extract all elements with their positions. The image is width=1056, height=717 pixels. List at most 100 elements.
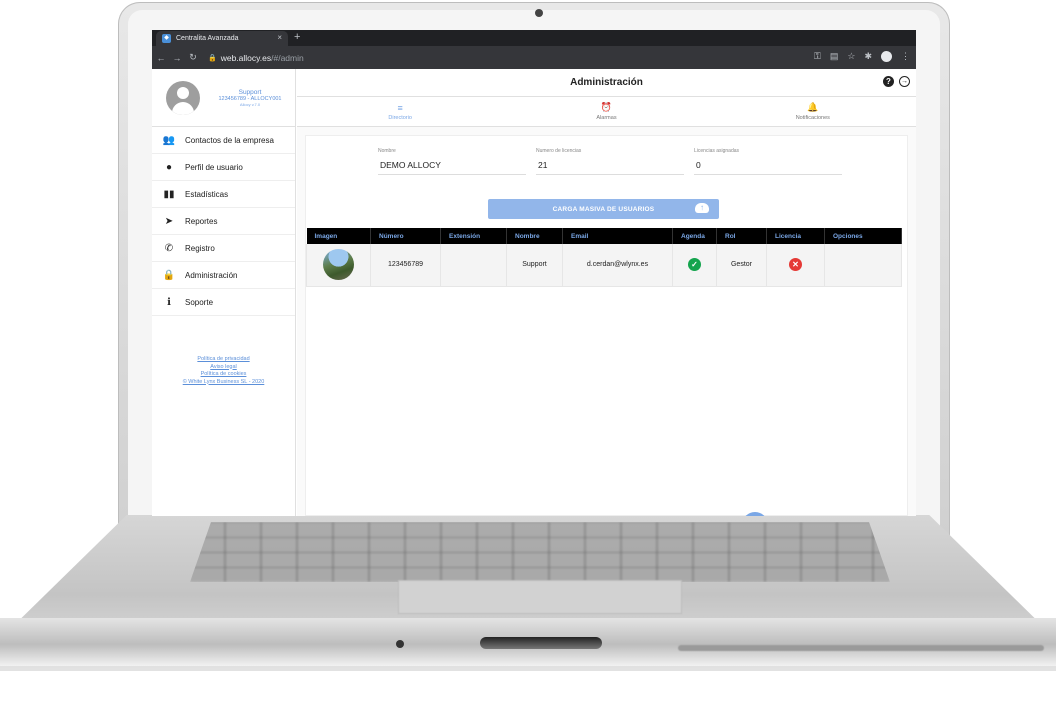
lock-icon: 🔒 <box>162 269 176 281</box>
check-circle-icon: ✓ <box>688 258 701 272</box>
sidebar-item-contactos[interactable]: 👥 Contactos de la empresa <box>152 127 295 154</box>
close-circle-icon: ✕ <box>789 258 802 272</box>
sidebar-item-administracion[interactable]: 🔒 Administración <box>152 262 295 289</box>
browser-profile-icon[interactable] <box>881 51 892 62</box>
close-tab-icon[interactable]: × <box>277 33 282 42</box>
new-tab-button[interactable]: + <box>294 31 300 43</box>
forward-icon[interactable]: → <box>170 53 184 63</box>
translate-icon[interactable]: ▤ <box>830 51 839 62</box>
field-value: DEMO ALLOCY <box>380 160 441 170</box>
avatar <box>166 80 200 115</box>
cell-nombre: Support <box>506 244 563 287</box>
profile-name: Support <box>238 88 262 96</box>
col-rol[interactable]: Rol <box>716 228 767 244</box>
browser-tabbar: ◆ Centralita Avanzada × + <box>152 30 916 46</box>
company-fields: Nombre DEMO ALLOCY Numero de licencias 2… <box>378 148 842 175</box>
cell-rol: Gestor <box>716 244 767 287</box>
license-count-field[interactable]: Numero de licencias 21 <box>536 148 684 175</box>
app-favicon-icon: ◆ <box>162 34 171 43</box>
tab-notificaciones[interactable]: 🔔 Notificaciones <box>710 97 916 126</box>
cell-opciones[interactable] <box>824 244 902 287</box>
privacy-link[interactable]: Política de privacidad <box>152 356 295 364</box>
webcam <box>535 9 543 17</box>
key-icon[interactable]: ⚿ <box>814 51 821 62</box>
profile-number: 123456789 - ALLOCY001 <box>218 95 282 102</box>
help-icon[interactable]: ? <box>883 76 894 87</box>
users-table: Imagen Número Extensión Nombre Email Age… <box>306 228 902 287</box>
sidebar-item-reportes[interactable]: ➤ Reportes <box>152 208 295 235</box>
col-nombre[interactable]: Nombre <box>506 228 563 244</box>
app-version: Allocy v.7.0 <box>239 101 261 107</box>
browser-addressbar: ← → ↻ 🔒 web.allocy.es/#/admin ⚿ ▤ ☆ ✱ ⋮ <box>152 46 916 69</box>
sidebar-item-label: Soporte <box>185 297 214 307</box>
sidebar-item-estadisticas[interactable]: ▮▮ Estadísticas <box>152 181 295 208</box>
alarm-clock-icon: ⏰ <box>600 102 613 112</box>
sidebar-item-label: Contactos de la empresa <box>185 135 274 145</box>
col-agenda[interactable]: Agenda <box>672 228 717 244</box>
send-icon: ➤ <box>164 215 174 227</box>
sidebar-item-label: Reportes <box>185 216 218 226</box>
assigned-licenses-field[interactable]: Licencias asignadas 0 <box>694 148 842 175</box>
cell-email: d.cerdan@wlynx.es <box>562 244 673 287</box>
tab-label: Directorio <box>388 114 412 121</box>
speaker-vent <box>678 645 1044 651</box>
disc-slot <box>480 637 602 649</box>
back-icon[interactable]: ← <box>154 53 168 63</box>
tab-alarmas[interactable]: ⏰ Alarmas <box>503 97 709 126</box>
field-label: Numero de licencias <box>536 148 582 154</box>
menu-kebab-icon[interactable]: ⋮ <box>901 51 910 62</box>
url-path: /#/admin <box>271 52 304 63</box>
user-photo <box>323 249 354 281</box>
tab-label: Alarmas <box>596 115 617 121</box>
browser-tab[interactable]: ◆ Centralita Avanzada × <box>156 31 288 46</box>
sidebar-item-label: Estadísticas <box>185 189 229 199</box>
admin-tabs: ≡ Directorio ⏰ Alarmas 🔔 Notificaciones <box>297 97 916 127</box>
table-header-row: Imagen Número Extensión Nombre Email Age… <box>306 228 902 244</box>
col-extension[interactable]: Extensión <box>440 228 507 244</box>
copyright-link[interactable]: © White Lynx Business SL - 2020 <box>152 379 295 387</box>
info-icon: ℹ <box>167 296 171 308</box>
lock-icon: 🔒 <box>208 54 217 62</box>
tab-directorio[interactable]: ≡ Directorio <box>297 97 503 126</box>
sidebar: Support 123456789 - ALLOCY001 Allocy v.7… <box>152 69 296 516</box>
audio-port <box>396 640 404 648</box>
reload-icon[interactable]: ↻ <box>186 52 200 63</box>
legal-links: Política de privacidad Aviso legal Polít… <box>152 356 295 386</box>
sidebar-item-label: Administración <box>185 270 238 280</box>
cell-extension <box>440 244 507 287</box>
table-row[interactable]: 123456789 Support d.cerdan@wlynx.es ✓ Ge… <box>306 244 902 287</box>
col-imagen[interactable]: Imagen <box>306 228 371 244</box>
laptop-keyboard <box>190 522 890 582</box>
legal-notice-link[interactable]: Aviso legal <box>152 364 295 372</box>
page-title: Administración <box>570 77 643 88</box>
sidebar-item-soporte[interactable]: ℹ Soporte <box>152 289 295 316</box>
user-profile-icon: ● <box>165 161 173 173</box>
field-value: 0 <box>696 160 701 170</box>
company-name-field[interactable]: Nombre DEMO ALLOCY <box>378 148 526 175</box>
field-value: 21 <box>538 160 548 170</box>
logout-icon[interactable]: → <box>899 76 910 87</box>
sidebar-item-registro[interactable]: ✆ Registro <box>152 235 295 262</box>
extensions-icon[interactable]: ✱ <box>864 51 872 62</box>
field-label: Nombre <box>378 148 396 154</box>
tab-label: Notificaciones <box>795 115 830 121</box>
laptop-trackpad <box>398 580 682 614</box>
col-licencia[interactable]: Licencia <box>766 228 825 244</box>
browser-tab-title: Centralita Avanzada <box>176 35 239 42</box>
star-icon[interactable]: ☆ <box>847 51 855 62</box>
field-label: Licencias asignadas <box>694 148 740 154</box>
bulk-upload-button[interactable]: CARGA MASIVA DE USUARIOS ↑ <box>488 199 719 219</box>
col-opciones[interactable]: Opciones <box>824 228 902 244</box>
sidebar-item-label: Registro <box>185 243 215 253</box>
col-numero[interactable]: Número <box>370 228 441 244</box>
cookies-link[interactable]: Política de cookies <box>152 371 295 379</box>
sidebar-item-perfil[interactable]: ● Perfil de usuario <box>152 154 295 181</box>
url-field[interactable]: 🔒 web.allocy.es/#/admin <box>208 53 304 63</box>
sidebar-item-label: Perfil de usuario <box>185 162 243 172</box>
screen: ◆ Centralita Avanzada × + ← → ↻ 🔒 web.al… <box>152 30 916 516</box>
bulk-upload-label: CARGA MASIVA DE USUARIOS <box>552 205 655 213</box>
url-host: web.allocy.es <box>220 52 272 63</box>
col-email[interactable]: Email <box>562 228 673 244</box>
main-content: Administración ? → ≡ Directorio ⏰ Alarma… <box>297 69 916 516</box>
list-icon: ≡ <box>397 102 403 113</box>
